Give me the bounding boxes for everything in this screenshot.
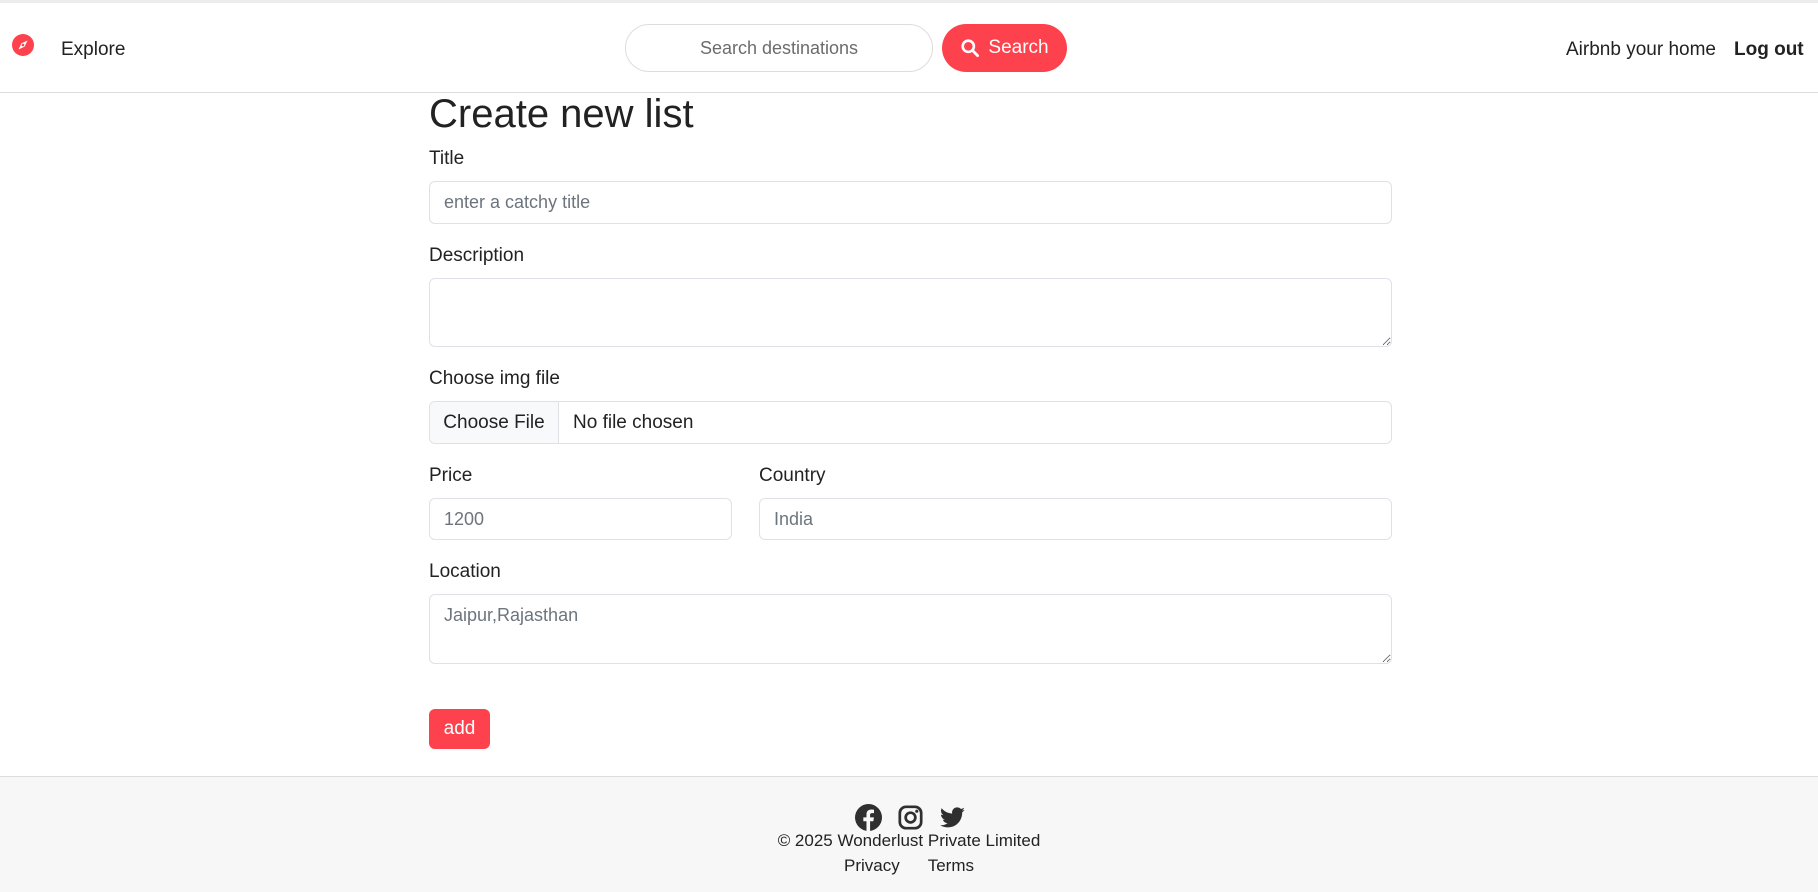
footer-links: Privacy Terms [0, 856, 1818, 876]
instagram-icon[interactable] [897, 804, 924, 831]
description-textarea[interactable] [429, 278, 1392, 347]
country-input[interactable] [759, 498, 1392, 540]
country-label: Country [759, 465, 826, 486]
file-status-text: No file chosen [573, 411, 694, 433]
location-textarea[interactable] [429, 594, 1392, 664]
copyright-text: © 2025 Wonderlust Private Limited [777, 831, 1041, 850]
twitter-icon[interactable] [939, 804, 966, 831]
image-file-input[interactable]: Choose File No file chosen [429, 401, 1392, 444]
search-icon [961, 39, 980, 58]
logout-link[interactable]: Log out [1734, 39, 1804, 61]
title-label: Title [429, 148, 465, 169]
location-label: Location [429, 561, 501, 582]
compass-icon[interactable] [11, 33, 35, 57]
footer: © 2025 Wonderlust Private Limited Privac… [0, 776, 1818, 892]
choose-file-button[interactable]: Choose File [430, 402, 559, 443]
search-input[interactable] [625, 24, 933, 72]
social-links [855, 804, 966, 831]
facebook-icon[interactable] [855, 804, 882, 831]
title-input[interactable] [429, 181, 1392, 224]
description-label: Description [429, 245, 525, 266]
price-label: Price [429, 465, 473, 486]
search-button[interactable]: Search [942, 24, 1067, 72]
page-title: Create new list [429, 92, 694, 136]
navbar: Explore Search Airbnb your home Log out [0, 0, 1818, 93]
nav-explore-link[interactable]: Explore [61, 39, 125, 61]
add-button[interactable]: add [429, 709, 490, 749]
image-file-label: Choose img file [429, 368, 560, 389]
search-button-label: Search [988, 37, 1049, 58]
airbnb-your-home-link[interactable]: Airbnb your home [1566, 39, 1716, 61]
price-input[interactable] [429, 498, 732, 540]
terms-link[interactable]: Terms [928, 856, 974, 876]
privacy-link[interactable]: Privacy [844, 856, 900, 876]
